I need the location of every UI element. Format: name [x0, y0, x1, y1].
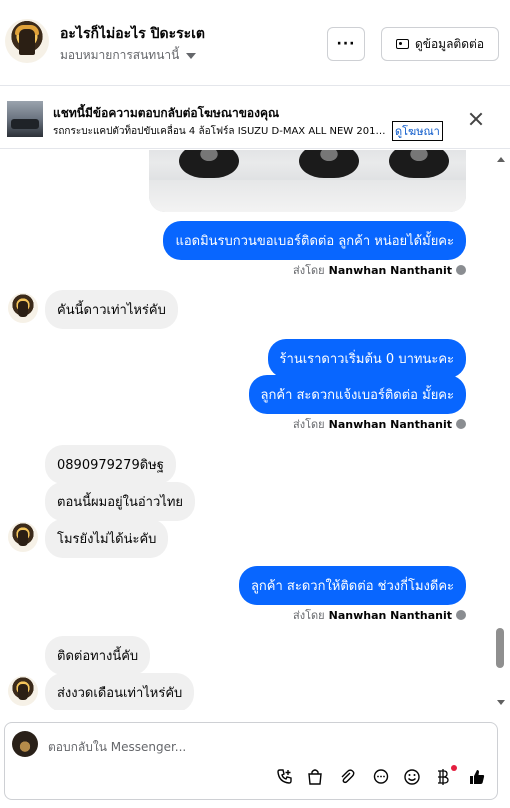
message-outgoing[interactable]: แอดมินรบกวนขอเบอร์ติดต่อ ลูกค้า หน่อยได้…	[163, 221, 466, 260]
message-thread[interactable]: แอดมินรบกวนขอเบอร์ติดต่อ ลูกค้า หน่อยได้…	[0, 150, 510, 710]
view-contact-info-label: ดูข้อมูลติดต่อ	[414, 36, 485, 51]
caret-down-icon	[186, 52, 197, 59]
message-outgoing[interactable]: ลูกค้า สะดวกให้ติดต่อ ช่วงกี่โมงดีคะ	[238, 566, 466, 605]
message-incoming[interactable]: ตอนนี้ผมอยู่ในอ่าวไทย	[45, 482, 196, 521]
message-incoming[interactable]: ส่งงวดเดือนเท่าไหร่คับ	[45, 673, 195, 710]
message-outgoing[interactable]: ร้านเราดาวเริ่มต้น 0 บาทนะคะ	[267, 339, 466, 378]
reply-input[interactable]: ตอบกลับใน Messenger...	[48, 738, 186, 757]
like-icon[interactable]	[467, 767, 487, 787]
tire-image-part	[179, 150, 239, 178]
vehicle-photo-message[interactable]	[149, 150, 466, 212]
view-ad-link[interactable]: ดูโฆษณา	[392, 121, 443, 141]
message-outgoing[interactable]: ลูกค้า สะดวกแจ้งเบอร์ติดต่อ มั้ยคะ	[248, 375, 466, 414]
sender-name[interactable]: Nanwhan Nanthanit	[329, 609, 452, 622]
scroll-down-arrow-icon[interactable]	[497, 700, 505, 705]
page-avatar	[12, 731, 38, 757]
ad-banner-subtitle: รถกระบะแคปตัวท็อปขับเคลื่อน 4 ล้อโฟร์ล I…	[53, 126, 389, 137]
info-icon[interactable]	[456, 265, 466, 275]
tire-image-part	[299, 150, 359, 178]
info-icon[interactable]	[456, 419, 466, 429]
sent-by-label: ส่งโดย Nanwhan Nanthanit	[293, 261, 466, 279]
assign-label: มอบหมายการสนทนานี้	[60, 48, 180, 62]
conversation-panel: อะไรก็ไม่อะไร ปิดะระเต มอบหมายการสนทนานี…	[0, 0, 510, 808]
message-incoming[interactable]: 0890979279ดิษฐ	[45, 445, 176, 484]
emoji-icon[interactable]	[402, 767, 422, 787]
contact-name[interactable]: อะไรก็ไม่อะไร ปิดะระเต	[60, 23, 205, 45]
contact-avatar-small[interactable]	[8, 293, 38, 323]
message-incoming[interactable]: โมรยังไม่ได้น่ะคับ	[45, 519, 169, 558]
sent-by-label: ส่งโดย Nanwhan Nanthanit	[293, 606, 466, 624]
message-incoming[interactable]: คันนี้ดาวเท่าไหร่คับ	[45, 290, 178, 329]
chat-bubble-icon[interactable]	[371, 767, 391, 787]
conversation-header: อะไรก็ไม่อะไร ปิดะระเต มอบหมายการสนทนานี…	[0, 0, 510, 86]
contact-card-icon	[395, 39, 409, 49]
contact-avatar[interactable]	[5, 19, 49, 63]
shopping-bag-icon[interactable]	[305, 767, 325, 787]
assign-conversation-dropdown[interactable]: มอบหมายการสนทนานี้	[60, 46, 197, 65]
tire-image-part	[389, 150, 449, 178]
sender-name[interactable]: Nanwhan Nanthanit	[329, 418, 452, 431]
close-icon[interactable]	[468, 111, 484, 127]
add-phone-icon[interactable]	[275, 767, 295, 787]
ad-reply-banner: แชทนี้มีข้อความตอบกลับต่อโฆษณาของคุณ รถก…	[0, 87, 510, 149]
more-icon: ···	[336, 36, 356, 52]
sent-by-label: ส่งโดย Nanwhan Nanthanit	[293, 415, 466, 433]
ad-banner-title: แชทนี้มีข้อความตอบกลับต่อโฆษณาของคุณ	[53, 106, 280, 120]
attachment-icon[interactable]	[337, 767, 357, 787]
notification-dot	[451, 765, 457, 771]
contact-avatar-small[interactable]	[8, 676, 38, 706]
message-incoming[interactable]: ติดต่อทางนี้คับ	[45, 636, 151, 675]
scrollbar-thumb[interactable]	[496, 628, 504, 668]
baht-icon[interactable]	[433, 767, 453, 787]
contact-avatar-small[interactable]	[8, 522, 38, 552]
view-contact-info-button[interactable]: ดูข้อมูลติดต่อ	[381, 27, 499, 61]
sender-name[interactable]: Nanwhan Nanthanit	[329, 264, 452, 277]
ad-thumbnail[interactable]	[7, 101, 43, 137]
reply-composer[interactable]: ตอบกลับใน Messenger...	[4, 722, 498, 800]
more-options-button[interactable]: ···	[327, 27, 365, 61]
scroll-up-arrow-icon[interactable]	[497, 157, 505, 162]
info-icon[interactable]	[456, 610, 466, 620]
